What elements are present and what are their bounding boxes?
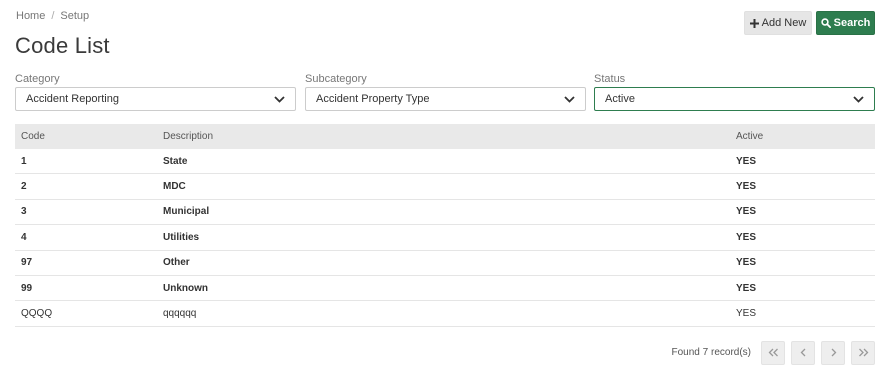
subcategory-label: Subcategory (305, 73, 367, 85)
cell-code: 4 (21, 231, 27, 243)
subcategory-filter: Subcategory Accident Property Type (305, 72, 586, 111)
next-page-icon (830, 344, 837, 362)
record-count: Found 7 record(s) (671, 347, 751, 358)
breadcrumb-separator: / (51, 10, 55, 22)
subcategory-select[interactable]: Accident Property Type (305, 87, 586, 111)
chevron-down-icon (274, 95, 285, 103)
category-value: Accident Reporting (26, 93, 119, 105)
table-row[interactable]: 3 Municipal YES (15, 200, 875, 226)
category-label: Category (15, 73, 60, 85)
search-button[interactable]: Search (816, 11, 875, 35)
breadcrumb: Home / Setup (16, 10, 89, 22)
cell-description: Other (163, 257, 190, 269)
header-active[interactable]: Active (736, 131, 875, 142)
next-page-button[interactable] (821, 341, 845, 365)
chevron-down-icon (564, 95, 575, 103)
chevron-down-icon (853, 95, 864, 103)
table-header: Code Description Active (15, 124, 875, 149)
category-filter: Category Accident Reporting (15, 72, 296, 111)
cell-description: Unknown (163, 282, 208, 294)
last-page-button[interactable] (851, 341, 875, 365)
cell-description: Municipal (163, 206, 210, 218)
previous-page-icon (800, 344, 807, 362)
first-page-icon (768, 344, 779, 362)
cell-code: 3 (21, 206, 27, 218)
search-icon (820, 18, 831, 28)
status-select[interactable]: Active (594, 87, 875, 111)
cell-active: YES (736, 181, 757, 193)
table-row[interactable]: 99 Unknown YES (15, 276, 875, 302)
table-row[interactable]: 2 MDC YES (15, 174, 875, 200)
cell-active: YES (736, 308, 757, 320)
status-value: Active (605, 93, 635, 105)
cell-active: YES (736, 257, 757, 269)
cell-description: qqqqqq (163, 308, 197, 320)
code-table: Code Description Active 1 State YES 2 MD… (15, 124, 875, 327)
header-description[interactable]: Description (163, 131, 736, 142)
cell-active: YES (736, 206, 757, 218)
cell-code: QQQQ (21, 308, 53, 320)
cell-description: State (163, 155, 188, 167)
cell-active: YES (736, 155, 757, 167)
cell-description: Utilities (163, 231, 200, 243)
table-row[interactable]: QQQQ qqqqqq YES (15, 301, 875, 327)
code-list-page: Home / Setup Code List Add New Search Ca… (0, 0, 893, 371)
plus-icon (749, 18, 759, 28)
breadcrumb-home[interactable]: Home (16, 10, 45, 22)
page-title: Code List (15, 33, 110, 58)
search-label: Search (833, 17, 871, 29)
pagination-bar: Found 7 record(s) (0, 341, 893, 365)
table-row[interactable]: 1 State YES (15, 149, 875, 175)
cell-description: MDC (163, 181, 186, 193)
add-new-label: Add New (761, 17, 807, 29)
table-row[interactable]: 4 Utilities YES (15, 225, 875, 251)
cell-code: 2 (21, 181, 27, 193)
cell-active: YES (736, 231, 757, 243)
category-select[interactable]: Accident Reporting (15, 87, 296, 111)
subcategory-value: Accident Property Type (316, 93, 430, 105)
add-new-button[interactable]: Add New (744, 11, 812, 35)
first-page-button[interactable] (761, 341, 785, 365)
breadcrumb-current: Setup (60, 10, 90, 22)
header-code[interactable]: Code (15, 131, 163, 142)
cell-code: 99 (21, 282, 33, 294)
cell-code: 97 (21, 257, 33, 269)
status-label: Status (594, 73, 626, 85)
previous-page-button[interactable] (791, 341, 815, 365)
cell-code: 1 (21, 155, 27, 167)
status-filter: Status Active (594, 72, 875, 111)
table-row[interactable]: 97 Other YES (15, 251, 875, 276)
last-page-icon (858, 344, 869, 362)
cell-active: YES (736, 282, 757, 294)
